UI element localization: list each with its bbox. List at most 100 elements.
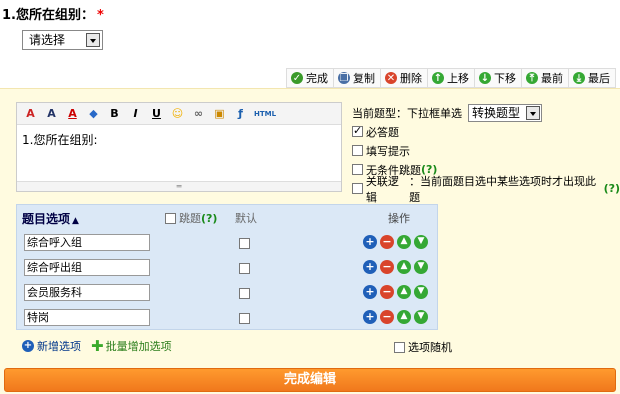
bold-icon[interactable]: B bbox=[105, 105, 124, 123]
question-title-text: 1.您所在组别： bbox=[2, 8, 94, 23]
help-icon[interactable]: (?) bbox=[604, 182, 620, 195]
dropdown-arrow-icon[interactable] bbox=[86, 33, 100, 47]
flash-icon[interactable]: ƒ bbox=[231, 105, 250, 123]
fill-hint-label: 填写提示 bbox=[366, 144, 410, 158]
move-up-icon[interactable]: ▲ bbox=[397, 260, 411, 274]
question-title: 1.您所在组别： * bbox=[2, 4, 104, 23]
add-option-icon[interactable]: + bbox=[363, 310, 377, 324]
remove-option-icon[interactable]: − bbox=[380, 260, 394, 274]
add-option-label: 新增选项 bbox=[37, 340, 81, 353]
required-star: * bbox=[96, 8, 104, 23]
no-cond-jump-checkbox[interactable] bbox=[352, 164, 363, 175]
remove-option-icon[interactable]: − bbox=[380, 235, 394, 249]
fill-hint-checkbox[interactable] bbox=[352, 145, 363, 156]
font-color-icon[interactable]: A bbox=[63, 105, 82, 123]
font-size-icon[interactable]: A bbox=[42, 105, 61, 123]
resize-grip-icon[interactable]: ═ bbox=[17, 181, 341, 191]
toolbar-label: 最前 bbox=[541, 72, 563, 85]
relation-logic-desc: ：当前面题目选中某些选项时才出现此题 bbox=[409, 174, 597, 204]
move-up-icon[interactable]: ▲ bbox=[397, 310, 411, 324]
default-checkbox[interactable] bbox=[239, 313, 250, 324]
jump-label: 跳题 bbox=[179, 212, 201, 225]
underline-icon[interactable]: U bbox=[147, 105, 166, 123]
move-down-icon[interactable]: ▼ bbox=[414, 310, 428, 324]
required-option[interactable]: 必答题 bbox=[352, 122, 620, 141]
convert-type-select[interactable]: 转换题型 bbox=[468, 104, 542, 122]
bottom-icon: ⤓ bbox=[573, 72, 585, 84]
emoticon-icon[interactable]: ☺ bbox=[168, 105, 187, 123]
option-text-input[interactable]: 综合呼出组 bbox=[24, 259, 150, 276]
font-family-icon[interactable]: A bbox=[21, 105, 40, 123]
batch-add-link[interactable]: ✚ 批量增加选项 bbox=[91, 338, 172, 354]
check-icon: ✓ bbox=[291, 72, 303, 84]
add-option-icon[interactable]: + bbox=[363, 235, 377, 249]
remove-option-icon[interactable]: − bbox=[380, 285, 394, 299]
option-row: 综合呼出组 + − ▲ ▼ bbox=[24, 259, 434, 279]
question-toolbar: ✓ 完成 ❐ 复制 ✕ 删除 ↑ 上移 ↓ 下移 ⤒ 最前 ⤓ 最后 bbox=[286, 68, 616, 88]
rte-toolbar: A A A ◆ B I U ☺ ∞ ▣ ƒ HTML bbox=[17, 103, 341, 125]
move-up-icon[interactable]: ▲ bbox=[397, 235, 411, 249]
default-checkbox[interactable] bbox=[239, 238, 250, 249]
sort-icon: ▲ bbox=[72, 216, 79, 226]
rte-content[interactable]: 1.您所在组别: bbox=[17, 125, 341, 154]
relation-logic-label: 关联逻辑 bbox=[365, 174, 399, 204]
relation-logic-option[interactable]: 关联逻辑 ：当前面题目选中某些选项时才出现此题 (?) bbox=[352, 175, 620, 204]
rich-text-editor[interactable]: A A A ◆ B I U ☺ ∞ ▣ ƒ HTML 1.您所在组别: ═ bbox=[16, 102, 342, 192]
toolbar-label: 完成 bbox=[306, 72, 328, 85]
move-up-icon[interactable]: ▲ bbox=[397, 285, 411, 299]
random-checkbox[interactable] bbox=[394, 341, 405, 353]
default-checkbox[interactable] bbox=[239, 288, 250, 299]
options-title[interactable]: 题目选项 ▲ bbox=[22, 210, 79, 227]
top-icon: ⤒ bbox=[526, 72, 538, 84]
fill-hint-option[interactable]: 填写提示 bbox=[352, 141, 620, 160]
toolbar-button-down[interactable]: ↓ 下移 bbox=[475, 68, 522, 88]
add-option-link[interactable]: + 新增选项 bbox=[22, 338, 81, 354]
add-option-icon[interactable]: + bbox=[363, 260, 377, 274]
option-text-input[interactable]: 综合呼入组 bbox=[24, 234, 150, 251]
convert-type-value: 转换题型 bbox=[472, 106, 521, 120]
link-icon[interactable]: ∞ bbox=[189, 105, 208, 123]
image-icon[interactable]: ▣ bbox=[210, 105, 229, 123]
options-title-text: 题目选项 bbox=[22, 212, 71, 226]
dropdown-arrow-icon[interactable] bbox=[526, 106, 540, 120]
toolbar-button-delete[interactable]: ✕ 删除 bbox=[381, 68, 428, 88]
italic-icon[interactable]: I bbox=[126, 105, 145, 123]
plus-icon: ✚ bbox=[91, 337, 104, 355]
required-checkbox[interactable] bbox=[352, 124, 363, 137]
toolbar-button-check[interactable]: ✓ 完成 bbox=[286, 68, 334, 88]
highlight-icon[interactable]: ◆ bbox=[84, 105, 103, 123]
toolbar-button-up[interactable]: ↑ 上移 bbox=[428, 68, 475, 88]
relation-logic-checkbox[interactable] bbox=[352, 183, 363, 194]
random-option[interactable]: 选项随机 bbox=[394, 339, 452, 355]
option-row: 特岗 + − ▲ ▼ bbox=[24, 309, 434, 329]
move-down-icon[interactable]: ▼ bbox=[414, 235, 428, 249]
html-icon[interactable]: HTML bbox=[252, 105, 278, 123]
toolbar-label: 上移 bbox=[447, 72, 469, 85]
preview-group-select[interactable]: 请选择 bbox=[22, 30, 103, 50]
delete-icon: ✕ bbox=[385, 72, 397, 84]
move-down-icon[interactable]: ▼ bbox=[414, 260, 428, 274]
remove-option-icon[interactable]: − bbox=[380, 310, 394, 324]
option-actions: + − ▲ ▼ bbox=[363, 310, 431, 324]
add-option-icon[interactable]: + bbox=[363, 285, 377, 299]
down-icon: ↓ bbox=[479, 72, 491, 84]
finish-edit-button[interactable]: 完成编辑 bbox=[4, 368, 616, 392]
options-table: 题目选项 ▲ 跳题 (?) 默认 操作 综合呼入组 + − ▲ ▼ 综合呼出组 + − ▲ ▼ 会员服务… bbox=[16, 204, 438, 330]
toolbar-label: 删除 bbox=[400, 72, 422, 85]
add-links: + 新增选项 ✚ 批量增加选项 bbox=[22, 338, 182, 354]
toolbar-button-bottom[interactable]: ⤓ 最后 bbox=[569, 68, 616, 88]
random-label: 选项随机 bbox=[408, 341, 452, 354]
batch-add-label: 批量增加选项 bbox=[105, 340, 172, 353]
toolbar-label: 下移 bbox=[494, 72, 516, 85]
toolbar-button-copy[interactable]: ❐ 复制 bbox=[334, 68, 381, 88]
default-checkbox[interactable] bbox=[239, 263, 250, 274]
option-text-input[interactable]: 特岗 bbox=[24, 309, 150, 326]
option-text-input[interactable]: 会员服务科 bbox=[24, 284, 150, 301]
question-settings: 当前题型：下拉框单选 转换题型 必答题 填写提示 无条件跳题(?) 关联逻辑：当… bbox=[352, 104, 620, 204]
option-row: 会员服务科 + − ▲ ▼ bbox=[24, 284, 434, 304]
jump-checkbox[interactable] bbox=[165, 212, 176, 224]
move-down-icon[interactable]: ▼ bbox=[414, 285, 428, 299]
current-type-label: 当前题型：下拉框单选 bbox=[352, 107, 462, 120]
toolbar-button-top[interactable]: ⤒ 最前 bbox=[522, 68, 569, 88]
help-icon[interactable]: (?) bbox=[201, 212, 217, 225]
